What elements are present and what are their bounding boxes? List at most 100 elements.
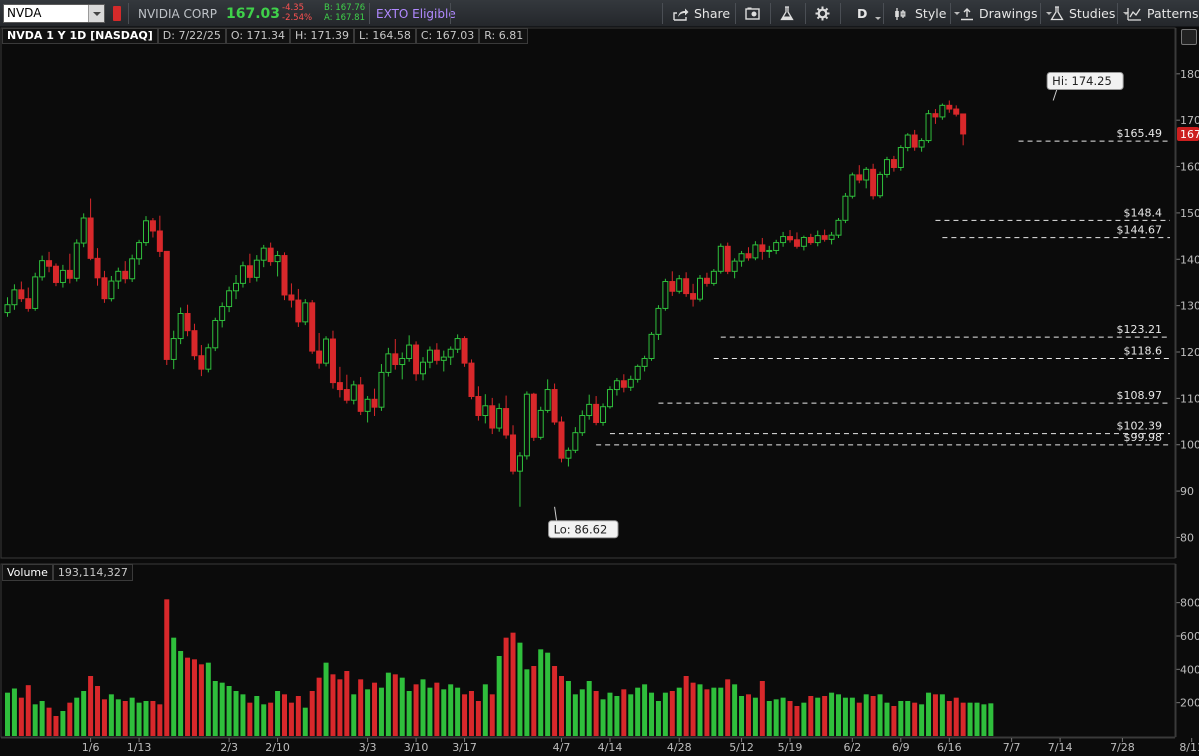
volume-bar [378, 687, 384, 736]
candle-body [890, 159, 897, 168]
candle-body [267, 247, 274, 263]
volume-bar [919, 704, 925, 736]
volume-bar [932, 694, 938, 736]
candle-body [329, 338, 336, 384]
volume-bar [95, 686, 101, 736]
price-tick-label: 120 [1180, 346, 1199, 359]
volume-bar [635, 687, 641, 736]
volume-bar [282, 694, 287, 736]
candle-body [800, 236, 807, 247]
volume-bar [683, 676, 689, 736]
volume-bar [441, 689, 447, 736]
price-tick-label: 140 [1180, 253, 1199, 266]
time-tick-label: 8/11 [1179, 741, 1199, 754]
volume-bar [870, 696, 876, 736]
candle-body [177, 313, 184, 340]
candle-body [39, 260, 46, 278]
candle-body [690, 293, 697, 300]
candle-body [461, 338, 468, 364]
bar-date: D: 7/22/25 [157, 28, 226, 44]
volume-bar [122, 701, 128, 736]
candle-body [11, 289, 18, 306]
candle-body [537, 409, 544, 438]
volume-label[interactable]: Volume [2, 564, 53, 581]
candle-body [122, 270, 129, 280]
volume-bars[interactable] [5, 599, 994, 736]
volume-bar [143, 701, 149, 736]
volume-bar [455, 687, 461, 736]
candle-body [717, 245, 724, 272]
candle-body [115, 270, 122, 282]
candle-body [406, 344, 413, 359]
volume-tick-label: 600 [1180, 630, 1199, 643]
candle-body [676, 278, 683, 292]
volume-bar [974, 702, 980, 736]
time-tick-label: 6/16 [937, 741, 962, 754]
price-axis: 80 90 100 110 120 130 140 150 160 170 180 [1175, 28, 1199, 558]
candle-body [655, 307, 662, 335]
candle-body [523, 393, 530, 457]
volume-bar [559, 676, 564, 736]
volume-bar [5, 692, 10, 736]
price-level-label: $123.21 [1117, 323, 1163, 336]
candle-body [953, 108, 960, 115]
price-tick-label: 80 [1180, 531, 1194, 544]
price-volume-chart[interactable]: $165.49 $148.4 $144.67 $123.21 $118.6 $108.97… [0, 0, 1199, 756]
time-tick-label: 3/10 [404, 741, 429, 754]
time-tick-label: 4/7 [553, 741, 571, 754]
candle-body [606, 389, 613, 408]
candle-body [551, 389, 558, 423]
candle-body [302, 302, 309, 323]
candle-body [323, 338, 330, 364]
time-tick-label: 1/6 [82, 741, 100, 754]
candle-body [129, 258, 136, 280]
time-tick-label: 7/7 [1003, 741, 1021, 754]
candle-body [233, 282, 240, 292]
candle-body [572, 432, 579, 451]
candle-body [904, 134, 911, 149]
chart-title[interactable]: NVDA 1 Y 1D [NASDAQ] [2, 28, 158, 44]
candle-body [447, 348, 454, 358]
chart-menu-icon[interactable] [1181, 29, 1197, 45]
candle-body [205, 347, 212, 370]
volume-bar [337, 679, 343, 736]
candle-body [489, 405, 496, 429]
price-level-label: $144.67 [1117, 224, 1163, 237]
time-tick-label: 5/19 [778, 741, 803, 754]
volume-bar [877, 694, 883, 736]
volume-bar [905, 701, 911, 736]
candle-body [793, 239, 800, 247]
candle-body [828, 234, 835, 240]
candle-body [669, 281, 676, 292]
volume-bar [808, 696, 814, 736]
annotations: 167 Hi: 174.25 Lo: 86.62 [548, 71, 1199, 539]
candle-body [420, 361, 426, 375]
volume-bar [191, 659, 197, 736]
volume-bar [711, 687, 717, 736]
volume-bar [316, 677, 322, 736]
candle-body [357, 384, 364, 412]
candle-body [620, 380, 627, 388]
volume-bar [108, 694, 114, 736]
candle-body [399, 357, 406, 366]
candle-body [939, 104, 946, 118]
candle-body [662, 281, 669, 309]
candle-body [759, 244, 766, 252]
volume-bar [392, 674, 398, 736]
candle-body [738, 253, 745, 262]
price-tick-label: 110 [1180, 392, 1199, 405]
candle-body [25, 298, 32, 309]
volume-value: 193,114,327 [52, 564, 133, 581]
price-tick-label: 90 [1180, 485, 1194, 498]
volume-bar [787, 701, 793, 736]
volume-bar [690, 682, 696, 736]
candle-body [918, 140, 925, 148]
candle-body [565, 449, 572, 459]
volume-bar [836, 694, 841, 736]
candle-body [454, 338, 461, 350]
candle-body [586, 403, 593, 417]
candle-body [433, 349, 440, 361]
candles[interactable] [4, 100, 967, 507]
candle-body [946, 104, 953, 110]
candle-body [66, 269, 73, 279]
